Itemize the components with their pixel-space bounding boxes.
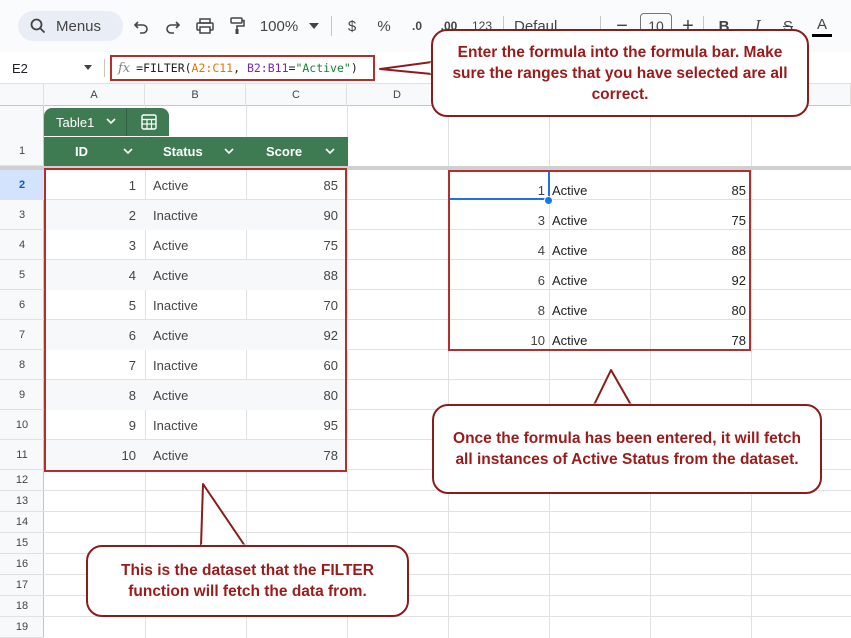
formula-operator: = [289,61,296,75]
grid-line [44,532,851,533]
table-header-row: ID Status Score [44,137,348,166]
formula-suffix: ) [351,61,358,75]
paint-format-icon[interactable] [226,14,248,38]
row-header[interactable]: 19 [0,617,44,638]
chevron-down-icon [84,65,92,70]
column-label-id[interactable]: ID [75,137,88,166]
grid-line [751,106,752,638]
decrease-decimal-button[interactable]: .0 [405,14,429,38]
column-header-a[interactable]: A [44,84,145,106]
column-label-score[interactable]: Score [266,137,302,166]
formula-comma: , [233,61,247,75]
dataset-highlight-box [44,168,347,472]
grid-line [44,511,851,512]
chevron-down-icon[interactable] [106,118,116,125]
formula-range-2: B2:B11 [247,61,289,75]
percent-format-button[interactable]: % [374,14,394,38]
result-callout: Once the formula has been entered, it wi… [432,404,822,494]
formula-prefix: =FILTER( [136,61,191,75]
redo-icon[interactable] [162,14,184,38]
dataset-callout: This is the dataset that the FILTER func… [86,545,409,617]
menus-search-button[interactable]: Menus [18,11,123,41]
chevron-down-icon[interactable] [306,14,322,38]
row-header[interactable]: 14 [0,512,44,533]
text-color-label: A [817,16,827,33]
column-header-b[interactable]: B [145,84,246,106]
chevron-down-icon[interactable] [325,148,335,155]
formula-callout: Enter the formula into the formula bar. … [431,29,809,117]
formula-range-1: A2:C11 [192,61,234,75]
row-header[interactable]: 17 [0,575,44,596]
result-highlight-box [448,170,751,351]
function-icon: fx [118,61,130,76]
currency-format-button[interactable]: $ [343,14,361,38]
row-header-selected[interactable]: 2 [0,170,44,200]
row-header[interactable]: 18 [0,596,44,617]
row-header[interactable]: 6 [0,290,44,320]
row-header[interactable]: 9 [0,380,44,410]
row-header[interactable]: 7 [0,320,44,350]
search-icon [30,18,46,34]
table-name-tab[interactable]: Table1 [44,108,169,136]
row-header[interactable]: 11 [0,440,44,470]
row-header[interactable]: 12 [0,470,44,491]
tab-divider [126,108,127,136]
text-color-button[interactable]: A [810,14,834,38]
cell-reference: E2 [12,61,28,76]
row-header[interactable]: 5 [0,260,44,290]
chevron-down-icon[interactable] [123,148,133,155]
text-color-swatch [812,34,832,37]
column-label-status[interactable]: Status [163,137,203,166]
zoom-select[interactable]: 100% [258,14,300,38]
toolbar-divider [331,16,332,36]
undo-icon[interactable] [130,14,152,38]
row-header[interactable]: 1 [0,136,44,166]
formula-input[interactable]: fx =FILTER(A2:C11, B2:B11="Active") [110,55,375,81]
table-options-icon[interactable] [141,114,157,130]
print-icon[interactable] [194,14,216,38]
formula-criterion: "Active" [295,61,350,75]
row-header[interactable]: 16 [0,554,44,575]
chevron-down-icon[interactable] [224,148,234,155]
row-header[interactable]: 10 [0,410,44,440]
select-all-corner[interactable] [0,84,44,106]
table-name: Table1 [56,115,94,130]
row-header[interactable]: 3 [0,200,44,230]
name-box[interactable]: E2 [0,52,100,84]
row-header[interactable]: 8 [0,350,44,380]
column-header-c[interactable]: C [246,84,347,106]
row-headers: 1 2 3 4 5 6 7 8 9 10 11 12 13 14 15 16 1… [0,106,44,638]
menus-label: Menus [56,18,101,35]
row-header[interactable]: 13 [0,491,44,512]
formula-bar-divider [104,59,105,77]
row-header[interactable]: 4 [0,230,44,260]
row-header[interactable]: 15 [0,533,44,554]
